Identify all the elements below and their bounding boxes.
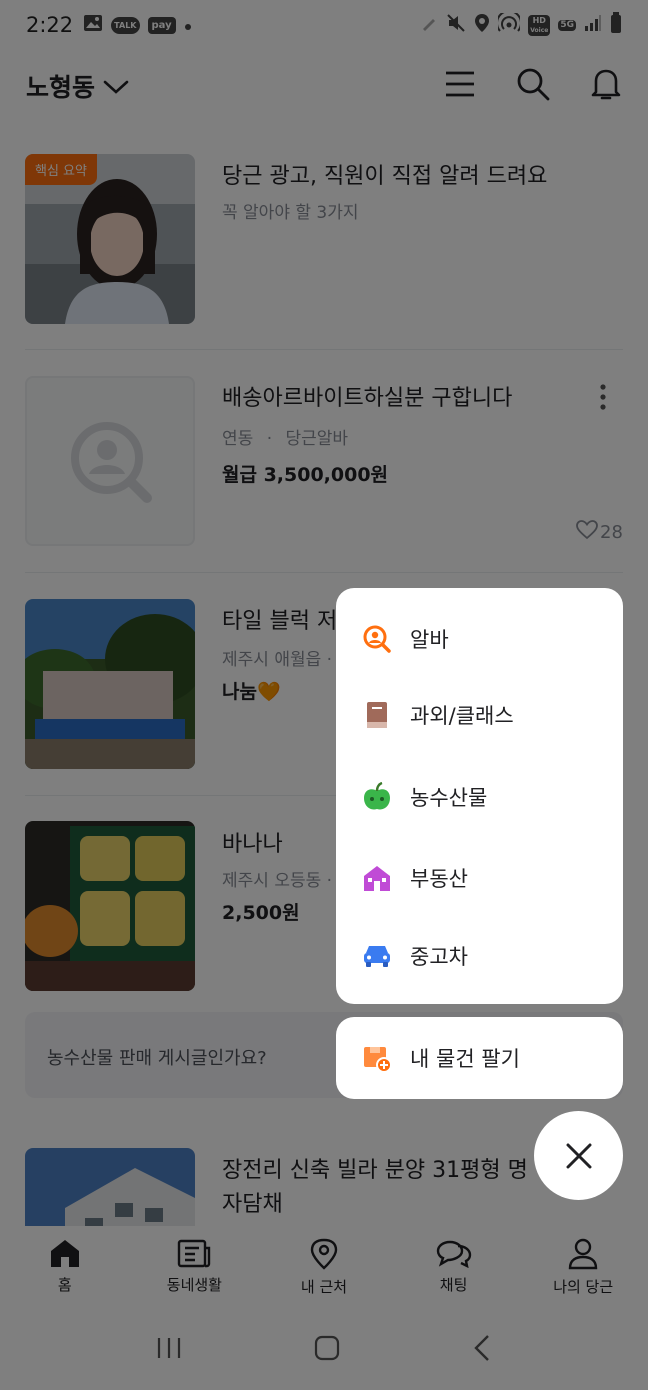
menu-item-label: 과외/클래스 [410, 704, 514, 728]
menu-item-job[interactable]: 알바 [336, 600, 623, 678]
close-icon [566, 1143, 591, 1168]
close-menu-button[interactable] [534, 1111, 623, 1200]
menu-item-label: 농수산물 [410, 786, 488, 810]
house-icon [362, 863, 392, 893]
menu-item-label: 중고차 [410, 945, 468, 969]
menu-item-label: 알바 [410, 628, 449, 652]
write-category-menu: 알바 과외/클래스 농수산물 부동산 중고차 [336, 588, 623, 1004]
menu-item-class[interactable]: 과외/클래스 [336, 676, 623, 754]
job-icon [362, 624, 392, 654]
menu-item-label: 부동산 [410, 867, 468, 891]
sell-box-icon [362, 1043, 392, 1073]
sell-label: 내 물건 팔기 [410, 1047, 520, 1071]
apple-icon [362, 782, 392, 812]
sell-my-item-button[interactable]: 내 물건 팔기 [336, 1017, 623, 1099]
menu-item-realty[interactable]: 부동산 [336, 839, 623, 917]
menu-item-car[interactable]: 중고차 [336, 917, 623, 995]
menu-item-farm[interactable]: 농수산물 [336, 758, 623, 836]
car-icon [362, 941, 392, 971]
book-icon [362, 700, 392, 730]
